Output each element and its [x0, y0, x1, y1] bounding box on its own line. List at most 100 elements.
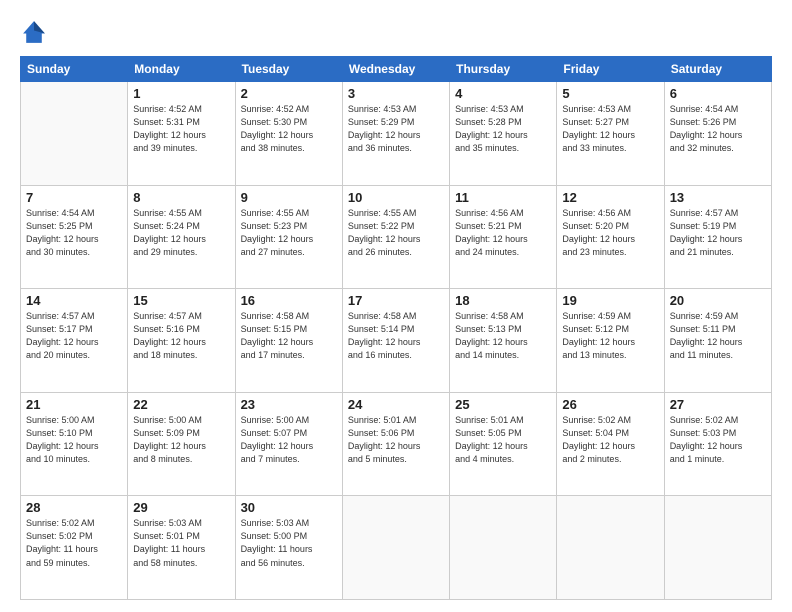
day-info: Sunrise: 4:56 AM Sunset: 5:21 PM Dayligh…: [455, 207, 551, 259]
day-cell: 16 Sunrise: 4:58 AM Sunset: 5:15 PM Dayli…: [235, 289, 342, 393]
col-header-sunday: Sunday: [21, 57, 128, 82]
day-number: 4: [455, 86, 551, 101]
page: SundayMondayTuesdayWednesdayThursdayFrid…: [0, 0, 792, 612]
day-cell: 26 Sunrise: 5:02 AM Sunset: 5:04 PM Dayli…: [557, 392, 664, 496]
day-number: 25: [455, 397, 551, 412]
week-row-3: 14 Sunrise: 4:57 AM Sunset: 5:17 PM Dayli…: [21, 289, 772, 393]
day-cell: 24 Sunrise: 5:01 AM Sunset: 5:06 PM Dayli…: [342, 392, 449, 496]
day-number: 14: [26, 293, 122, 308]
day-info: Sunrise: 4:52 AM Sunset: 5:30 PM Dayligh…: [241, 103, 337, 155]
day-cell: 22 Sunrise: 5:00 AM Sunset: 5:09 PM Dayli…: [128, 392, 235, 496]
day-number: 8: [133, 190, 229, 205]
header: [20, 18, 772, 46]
day-cell: 11 Sunrise: 4:56 AM Sunset: 5:21 PM Dayli…: [450, 185, 557, 289]
day-number: 17: [348, 293, 444, 308]
week-row-4: 21 Sunrise: 5:00 AM Sunset: 5:10 PM Dayli…: [21, 392, 772, 496]
day-number: 7: [26, 190, 122, 205]
day-cell: 14 Sunrise: 4:57 AM Sunset: 5:17 PM Dayli…: [21, 289, 128, 393]
day-cell: 27 Sunrise: 5:02 AM Sunset: 5:03 PM Dayli…: [664, 392, 771, 496]
day-cell: 7 Sunrise: 4:54 AM Sunset: 5:25 PM Daylig…: [21, 185, 128, 289]
day-number: 24: [348, 397, 444, 412]
col-header-monday: Monday: [128, 57, 235, 82]
day-info: Sunrise: 4:53 AM Sunset: 5:29 PM Dayligh…: [348, 103, 444, 155]
day-cell: 4 Sunrise: 4:53 AM Sunset: 5:28 PM Daylig…: [450, 82, 557, 186]
day-number: 11: [455, 190, 551, 205]
day-number: 21: [26, 397, 122, 412]
day-number: 9: [241, 190, 337, 205]
day-cell: 17 Sunrise: 4:58 AM Sunset: 5:14 PM Dayli…: [342, 289, 449, 393]
day-info: Sunrise: 4:57 AM Sunset: 5:17 PM Dayligh…: [26, 310, 122, 362]
day-cell: 15 Sunrise: 4:57 AM Sunset: 5:16 PM Dayli…: [128, 289, 235, 393]
day-number: 18: [455, 293, 551, 308]
day-info: Sunrise: 5:02 AM Sunset: 5:04 PM Dayligh…: [562, 414, 658, 466]
day-info: Sunrise: 4:55 AM Sunset: 5:24 PM Dayligh…: [133, 207, 229, 259]
day-info: Sunrise: 5:03 AM Sunset: 5:01 PM Dayligh…: [133, 517, 229, 569]
day-number: 22: [133, 397, 229, 412]
calendar-header-row: SundayMondayTuesdayWednesdayThursdayFrid…: [21, 57, 772, 82]
day-cell: 19Sunrise: 4:59 AM Sunset: 5:12 PM Dayli…: [557, 289, 664, 393]
day-cell: 10 Sunrise: 4:55 AM Sunset: 5:22 PM Dayli…: [342, 185, 449, 289]
day-info: Sunrise: 4:57 AM Sunset: 5:16 PM Dayligh…: [133, 310, 229, 362]
day-info: Sunrise: 4:54 AM Sunset: 5:25 PM Dayligh…: [26, 207, 122, 259]
day-info: Sunrise: 4:55 AM Sunset: 5:22 PM Dayligh…: [348, 207, 444, 259]
day-number: 5: [562, 86, 658, 101]
day-info: Sunrise: 5:01 AM Sunset: 5:05 PM Dayligh…: [455, 414, 551, 466]
day-info: Sunrise: 5:00 AM Sunset: 5:09 PM Dayligh…: [133, 414, 229, 466]
week-row-1: 1Sunrise: 4:52 AM Sunset: 5:31 PM Daylig…: [21, 82, 772, 186]
week-row-5: 28 Sunrise: 5:02 AM Sunset: 5:02 PM Dayli…: [21, 496, 772, 600]
day-info: Sunrise: 5:03 AM Sunset: 5:00 PM Dayligh…: [241, 517, 337, 569]
calendar-table: SundayMondayTuesdayWednesdayThursdayFrid…: [20, 56, 772, 600]
day-info: Sunrise: 4:54 AM Sunset: 5:26 PM Dayligh…: [670, 103, 766, 155]
day-info: Sunrise: 4:55 AM Sunset: 5:23 PM Dayligh…: [241, 207, 337, 259]
day-cell: [557, 496, 664, 600]
day-cell: 13Sunrise: 4:57 AM Sunset: 5:19 PM Dayli…: [664, 185, 771, 289]
day-number: 1: [133, 86, 229, 101]
day-info: Sunrise: 4:58 AM Sunset: 5:13 PM Dayligh…: [455, 310, 551, 362]
day-cell: 30Sunrise: 5:03 AM Sunset: 5:00 PM Dayli…: [235, 496, 342, 600]
day-cell: 18 Sunrise: 4:58 AM Sunset: 5:13 PM Dayli…: [450, 289, 557, 393]
day-info: Sunrise: 5:01 AM Sunset: 5:06 PM Dayligh…: [348, 414, 444, 466]
day-number: 6: [670, 86, 766, 101]
day-number: 10: [348, 190, 444, 205]
col-header-thursday: Thursday: [450, 57, 557, 82]
day-number: 16: [241, 293, 337, 308]
day-number: 15: [133, 293, 229, 308]
day-cell: 2 Sunrise: 4:52 AM Sunset: 5:30 PM Daylig…: [235, 82, 342, 186]
day-info: Sunrise: 5:00 AM Sunset: 5:10 PM Dayligh…: [26, 414, 122, 466]
day-cell: 12 Sunrise: 4:56 AM Sunset: 5:20 PM Dayli…: [557, 185, 664, 289]
day-number: 27: [670, 397, 766, 412]
col-header-wednesday: Wednesday: [342, 57, 449, 82]
day-number: 2: [241, 86, 337, 101]
day-cell: 28 Sunrise: 5:02 AM Sunset: 5:02 PM Dayli…: [21, 496, 128, 600]
day-number: 26: [562, 397, 658, 412]
day-number: 3: [348, 86, 444, 101]
day-info: Sunrise: 4:53 AM Sunset: 5:27 PM Dayligh…: [562, 103, 658, 155]
day-info: Sunrise: 5:02 AM Sunset: 5:02 PM Dayligh…: [26, 517, 122, 569]
day-cell: 9 Sunrise: 4:55 AM Sunset: 5:23 PM Daylig…: [235, 185, 342, 289]
day-cell: 23 Sunrise: 5:00 AM Sunset: 5:07 PM Dayli…: [235, 392, 342, 496]
day-cell: 1Sunrise: 4:52 AM Sunset: 5:31 PM Daylig…: [128, 82, 235, 186]
col-header-tuesday: Tuesday: [235, 57, 342, 82]
col-header-saturday: Saturday: [664, 57, 771, 82]
day-number: 29: [133, 500, 229, 515]
day-number: 23: [241, 397, 337, 412]
day-info: Sunrise: 4:56 AM Sunset: 5:20 PM Dayligh…: [562, 207, 658, 259]
day-info: Sunrise: 4:58 AM Sunset: 5:14 PM Dayligh…: [348, 310, 444, 362]
day-number: 28: [26, 500, 122, 515]
day-info: Sunrise: 4:58 AM Sunset: 5:15 PM Dayligh…: [241, 310, 337, 362]
day-info: Sunrise: 5:00 AM Sunset: 5:07 PM Dayligh…: [241, 414, 337, 466]
day-number: 20: [670, 293, 766, 308]
col-header-friday: Friday: [557, 57, 664, 82]
day-info: Sunrise: 4:53 AM Sunset: 5:28 PM Dayligh…: [455, 103, 551, 155]
day-cell: 5 Sunrise: 4:53 AM Sunset: 5:27 PM Daylig…: [557, 82, 664, 186]
day-cell: 21 Sunrise: 5:00 AM Sunset: 5:10 PM Dayli…: [21, 392, 128, 496]
day-cell: 6 Sunrise: 4:54 AM Sunset: 5:26 PM Daylig…: [664, 82, 771, 186]
day-info: Sunrise: 4:59 AM Sunset: 5:12 PM Dayligh…: [562, 310, 658, 362]
day-info: Sunrise: 5:02 AM Sunset: 5:03 PM Dayligh…: [670, 414, 766, 466]
logo: [20, 18, 52, 46]
day-number: 12: [562, 190, 658, 205]
day-cell: 25 Sunrise: 5:01 AM Sunset: 5:05 PM Dayli…: [450, 392, 557, 496]
day-cell: [664, 496, 771, 600]
day-cell: [21, 82, 128, 186]
day-cell: [450, 496, 557, 600]
